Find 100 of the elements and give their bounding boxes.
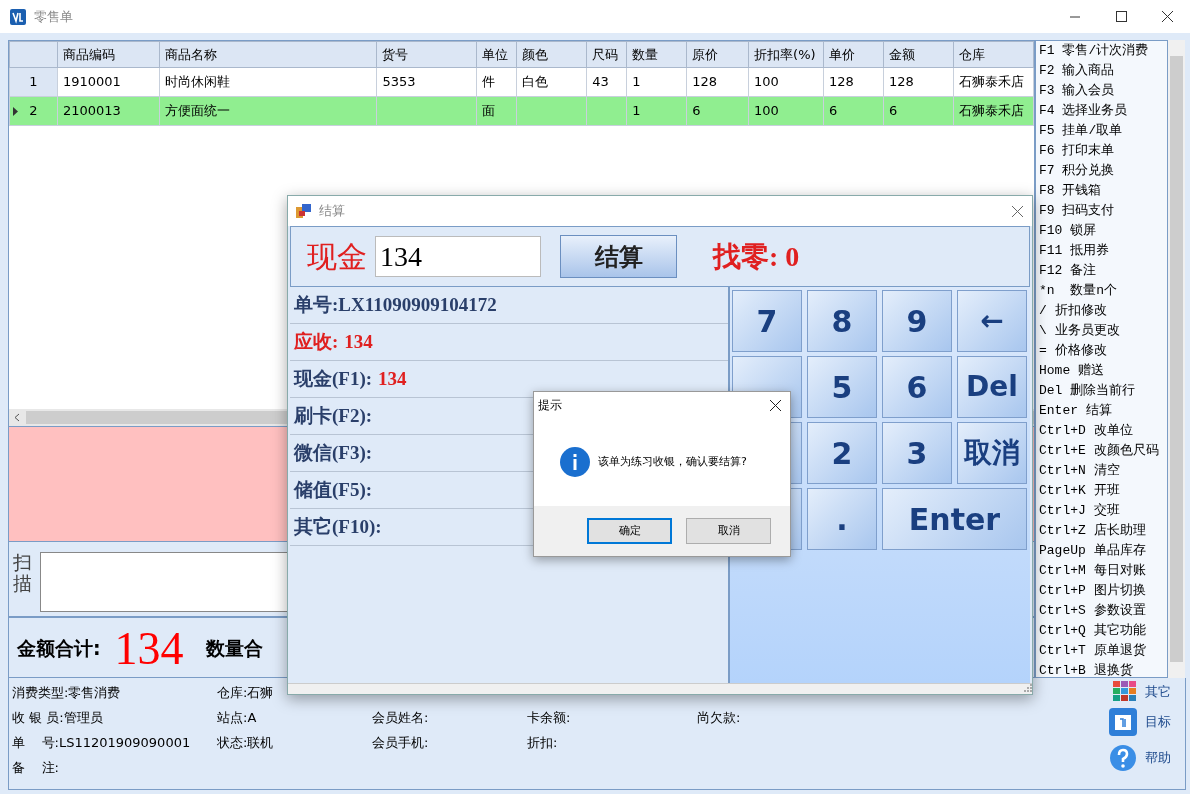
- message-text: 该单为练习收银，确认要结算?: [598, 453, 747, 470]
- keypad-key[interactable]: 5: [807, 356, 877, 418]
- dialog-button[interactable]: 取消: [686, 518, 771, 544]
- current-row-icon: [13, 107, 18, 116]
- shortcut-item[interactable]: Ctrl+N 清空: [1036, 461, 1167, 481]
- shortcut-item[interactable]: Ctrl+E 改颜色尺码: [1036, 441, 1167, 461]
- keypad-key[interactable]: 6: [882, 356, 952, 418]
- column-header[interactable]: 商品编码: [57, 41, 160, 68]
- shortcut-item[interactable]: F5 挂单/取单: [1036, 121, 1167, 141]
- side-button[interactable]: 其它: [1109, 680, 1185, 704]
- keypad-key[interactable]: 8: [807, 290, 877, 352]
- help-icon: [1109, 744, 1137, 772]
- info-text: 状态:联机: [217, 733, 275, 752]
- calendar-icon: [1109, 708, 1137, 736]
- shortcut-item[interactable]: Ctrl+J 交班: [1036, 501, 1167, 521]
- keypad-key[interactable]: 取消: [957, 422, 1027, 484]
- payment-value: 134: [344, 329, 373, 354]
- side-button[interactable]: 帮助: [1105, 740, 1185, 776]
- shortcut-item[interactable]: F3 输入会员: [1036, 81, 1167, 101]
- change-label: 找零: 0: [713, 239, 800, 274]
- shortcut-item[interactable]: \ 业务员更改: [1036, 321, 1167, 341]
- table-cell: 100: [748, 67, 824, 97]
- shortcut-item[interactable]: *n 数量n个: [1036, 281, 1167, 301]
- shortcut-item[interactable]: Ctrl+P 图片切换: [1036, 581, 1167, 601]
- table-cell: 43: [586, 67, 627, 97]
- shortcut-item[interactable]: F2 输入商品: [1036, 61, 1167, 81]
- shortcut-item[interactable]: F9 扫码支付: [1036, 201, 1167, 221]
- shortcut-item[interactable]: PageUp 单品库存: [1036, 541, 1167, 561]
- row-header[interactable]: 2: [9, 96, 58, 126]
- shortcut-item[interactable]: Ctrl+Q 其它功能: [1036, 621, 1167, 641]
- apps-grid-icon: [1113, 681, 1137, 703]
- table-cell: 白色: [516, 67, 587, 97]
- column-header[interactable]: 仓库: [953, 41, 1034, 68]
- shortcut-item[interactable]: Ctrl+Z 店长助理: [1036, 521, 1167, 541]
- side-button[interactable]: 目标: [1105, 704, 1185, 740]
- shortcut-item[interactable]: Ctrl+S 参数设置: [1036, 601, 1167, 621]
- dialog-title: 提示: [538, 397, 562, 414]
- column-header[interactable]: 单位: [476, 41, 517, 68]
- dialog-button[interactable]: 确定: [587, 518, 672, 544]
- shortcut-item[interactable]: Home 赠送: [1036, 361, 1167, 381]
- column-header[interactable]: 单价: [823, 41, 884, 68]
- settle-button[interactable]: 结算: [560, 235, 677, 278]
- vertical-scrollbar[interactable]: [1168, 40, 1185, 678]
- info-text: 卡余额:: [527, 708, 572, 727]
- shortcut-item[interactable]: F10 锁屏: [1036, 221, 1167, 241]
- shortcut-item[interactable]: Ctrl+T 原单退货: [1036, 641, 1167, 661]
- table-cell: 6: [823, 96, 884, 126]
- dialog-app-icon: [296, 204, 311, 218]
- table-row[interactable]: 2 2100013 方便面统一 面 1 6 100 6 6 石狮泰禾店: [9, 96, 1034, 126]
- column-header[interactable]: 尺码: [586, 41, 627, 68]
- keypad-key[interactable]: .: [807, 488, 877, 550]
- keypad-key[interactable]: 2: [807, 422, 877, 484]
- shortcut-item[interactable]: Enter 结算: [1036, 401, 1167, 421]
- shortcut-item[interactable]: Ctrl+M 每日对账: [1036, 561, 1167, 581]
- shortcut-item[interactable]: Ctrl+D 改单位: [1036, 421, 1167, 441]
- close-icon[interactable]: [768, 398, 782, 412]
- info-text: 折扣:: [527, 733, 559, 752]
- shortcut-item[interactable]: = 价格修改: [1036, 341, 1167, 361]
- column-header[interactable]: 折扣率(%): [748, 41, 824, 68]
- cash-input-field[interactable]: 134: [375, 236, 541, 277]
- shortcut-item[interactable]: F4 选择业务员: [1036, 101, 1167, 121]
- table-cell: 时尚休闲鞋: [159, 67, 377, 97]
- table-row[interactable]: 1 1910001 时尚休闲鞋 5353 件 白色 43 1 128 100 128 128 石狮泰禾店: [9, 67, 1034, 97]
- shortcut-item[interactable]: F7 积分兑换: [1036, 161, 1167, 181]
- shortcut-item[interactable]: F1 零售/计次消费: [1036, 41, 1167, 61]
- shortcut-item[interactable]: Ctrl+B 退换货: [1036, 661, 1167, 677]
- payment-label: 微信(F3):: [294, 440, 373, 465]
- payment-label: 储值(F5):: [294, 477, 373, 502]
- keypad-key[interactable]: 9: [882, 290, 952, 352]
- shortcut-item[interactable]: F6 打印末单: [1036, 141, 1167, 161]
- column-header[interactable]: 原价: [686, 41, 749, 68]
- table-cell: 128: [686, 67, 749, 97]
- table-cell: 128: [823, 67, 884, 97]
- shortcut-item[interactable]: F12 备注: [1036, 261, 1167, 281]
- table-cell: 1: [626, 96, 687, 126]
- keypad-key[interactable]: Del: [957, 356, 1027, 418]
- row-header[interactable]: 1: [9, 67, 58, 97]
- shortcut-item[interactable]: F11 抵用券: [1036, 241, 1167, 261]
- keypad-key[interactable]: ←: [957, 290, 1027, 352]
- table-cell: 2100013: [57, 96, 160, 126]
- shortcut-item[interactable]: Ctrl+K 开班: [1036, 481, 1167, 501]
- column-header[interactable]: 商品名称: [159, 41, 377, 68]
- keypad-key[interactable]: Enter: [882, 488, 1027, 550]
- info-icon: [560, 447, 590, 477]
- table-cell: 6: [883, 96, 954, 126]
- close-icon[interactable]: [1159, 9, 1175, 24]
- resize-grip-icon[interactable]: [1024, 684, 1032, 692]
- column-header[interactable]: 货号: [376, 41, 477, 68]
- column-header[interactable]: 颜色: [516, 41, 587, 68]
- keypad-key[interactable]: 3: [882, 422, 952, 484]
- table-cell: [516, 96, 587, 126]
- total-quantity-label: 数量合: [205, 636, 263, 662]
- keypad-key[interactable]: 7: [732, 290, 802, 352]
- maximize-icon[interactable]: [1113, 9, 1129, 24]
- column-header[interactable]: 数量: [626, 41, 687, 68]
- shortcut-item[interactable]: F8 开钱箱: [1036, 181, 1167, 201]
- info-text: 收 银 员:管理员: [12, 708, 104, 727]
- column-header[interactable]: 金额: [883, 41, 954, 68]
- shortcut-item[interactable]: / 折扣修改: [1036, 301, 1167, 321]
- shortcut-item[interactable]: Del 删除当前行: [1036, 381, 1167, 401]
